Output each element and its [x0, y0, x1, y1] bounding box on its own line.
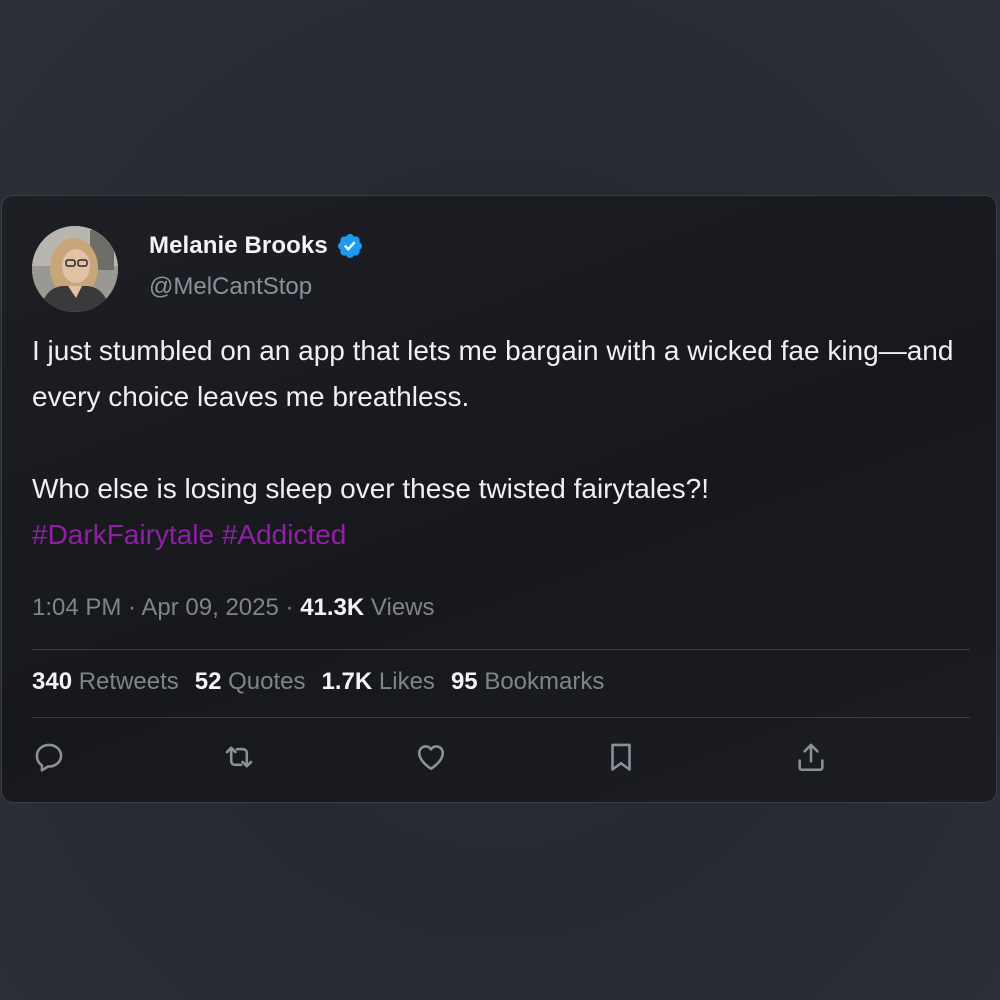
bookmark-icon[interactable]: [604, 740, 638, 774]
retweets-count: 340: [32, 668, 73, 695]
tweet-time[interactable]: 1:04 PM: [32, 594, 121, 621]
tweet-text: I just stumbled on an app that lets me b…: [32, 328, 972, 558]
divider-bottom: [32, 717, 970, 718]
bookmarks-stat[interactable]: 95 Bookmarks: [451, 668, 604, 696]
tweet-meta: 1:04 PM · Apr 09, 2025 · 41.3K Views: [32, 594, 435, 622]
engagement-stats: 340 Retweets 52 Quotes 1.7K Likes 95 Boo…: [32, 668, 604, 696]
tweet-date[interactable]: Apr 09, 2025: [141, 594, 278, 621]
author-name-row[interactable]: Melanie Brooks: [149, 232, 364, 260]
tweet-card: Melanie Brooks @MelCantStop I just stumb…: [1, 195, 997, 803]
heart-icon[interactable]: [414, 740, 448, 774]
quotes-label: Quotes: [228, 668, 306, 695]
avatar-image: [32, 226, 118, 312]
views-label: Views: [370, 594, 435, 621]
quotes-count: 52: [194, 668, 222, 695]
tweet-text-line2: Who else is losing sleep over these twis…: [32, 473, 709, 504]
avatar[interactable]: [32, 226, 118, 312]
likes-count: 1.7K: [321, 668, 373, 695]
meta-separator: ·: [285, 594, 301, 621]
views-count: 41.3K: [300, 594, 365, 621]
share-icon[interactable]: [794, 740, 828, 774]
bookmarks-count: 95: [450, 668, 478, 695]
reply-icon[interactable]: [32, 740, 66, 774]
meta-separator: ·: [128, 594, 142, 621]
quotes-stat[interactable]: 52 Quotes: [195, 668, 306, 696]
retweets-stat[interactable]: 340 Retweets: [32, 668, 179, 696]
retweet-icon[interactable]: [222, 740, 256, 774]
likes-label: Likes: [378, 668, 435, 695]
display-name[interactable]: Melanie Brooks: [149, 232, 328, 260]
bookmarks-label: Bookmarks: [484, 668, 605, 695]
divider-top: [32, 649, 970, 650]
likes-stat[interactable]: 1.7K Likes: [322, 668, 435, 696]
hashtags[interactable]: #DarkFairytale #Addicted: [32, 512, 972, 558]
retweets-label: Retweets: [78, 668, 179, 695]
tweet-actions: [32, 740, 832, 780]
verified-badge-icon: [336, 232, 364, 260]
tweet-text-line1: I just stumbled on an app that lets me b…: [32, 335, 954, 412]
user-handle[interactable]: @MelCantStop: [149, 273, 312, 301]
